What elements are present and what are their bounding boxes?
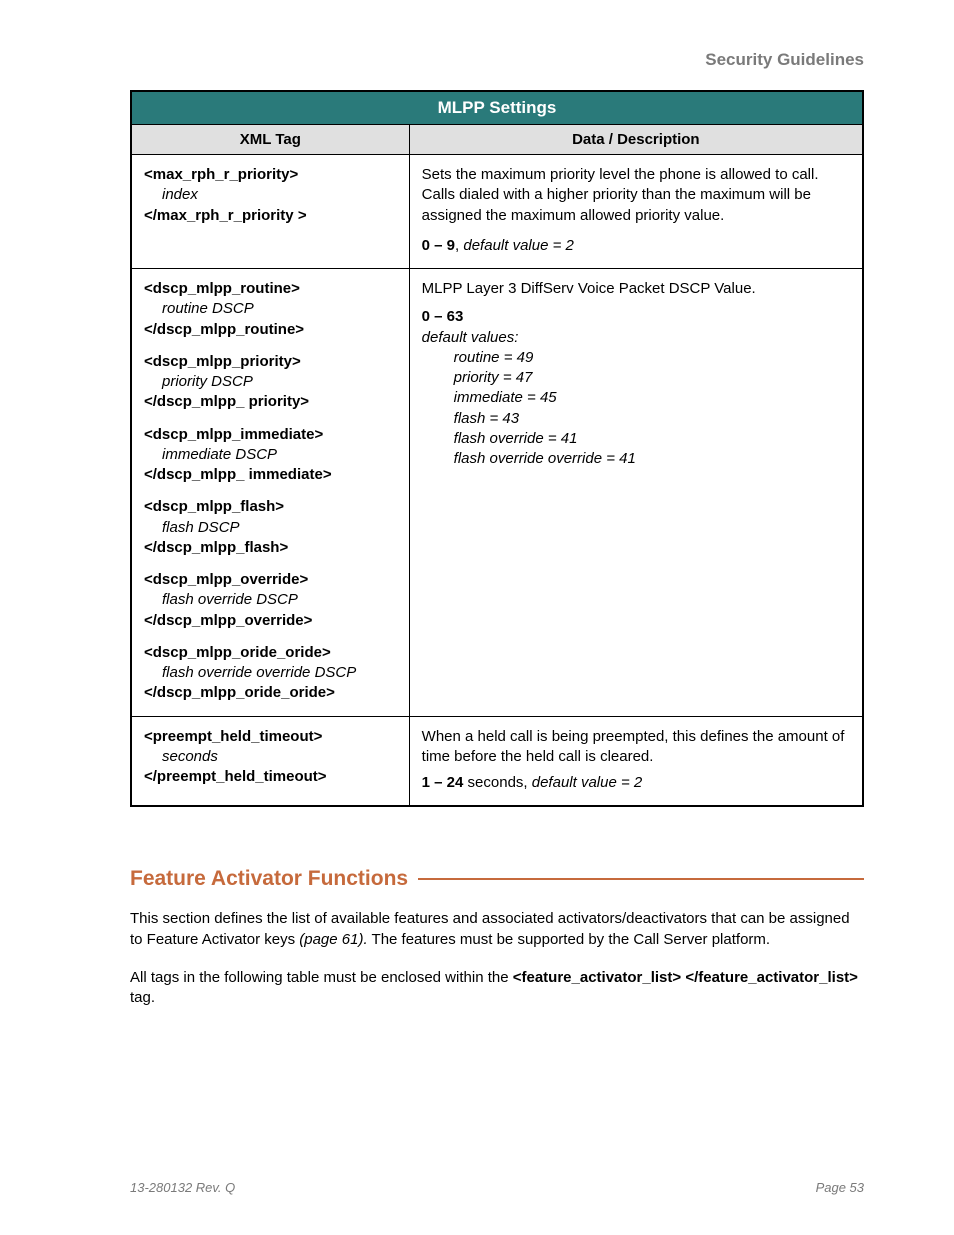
xml-tag-value: seconds [144,747,397,767]
xml-tag-close: </dscp_mlpp_routine> [144,321,304,338]
xml-tag-value: flash override DSCP [144,590,397,610]
section-title-text: Feature Activator Functions [130,867,418,891]
xml-tag-open: <preempt_held_timeout> [144,728,322,745]
xml-tag-open: <dscp_mlpp_priority> [144,353,301,370]
xml-tag-open: <max_rph_r_priority> [144,166,298,183]
default-value: flash = 43 [422,409,850,429]
description-text: When a held call is being preempted, thi… [422,727,850,768]
range-default: default value = 2 [463,237,574,254]
xml-tag-close: </dscp_mlpp_oride_oride> [144,684,335,701]
mlpp-settings-table: MLPP Settings XML Tag Data / Description… [130,90,864,807]
col-header-xml-tag: XML Tag [131,125,409,155]
body-paragraph: This section defines the list of availab… [130,909,864,950]
table-row: <max_rph_r_priority> index </max_rph_r_p… [131,155,863,269]
description-text: MLPP Layer 3 DiffServ Voice Packet DSCP … [422,279,850,299]
xml-tag-value: immediate DSCP [144,445,397,465]
default-value: flash override = 41 [422,429,850,449]
default-value: routine = 49 [422,348,850,368]
range-bold: 0 – 9 [422,237,455,254]
page: Security Guidelines MLPP Settings XML Ta… [0,0,954,1235]
xml-tag-value: routine DSCP [144,299,397,319]
page-header-title: Security Guidelines [130,50,864,70]
xml-tag-close: </preempt_held_timeout> [144,768,327,785]
xml-tag-open: <dscp_mlpp_immediate> [144,426,323,443]
default-value: priority = 47 [422,368,850,388]
range-mid: seconds, [463,774,531,791]
xml-tag-close: </dscp_mlpp_ priority> [144,393,309,410]
range-default: default value = 2 [532,774,643,791]
xml-tag-open: <dscp_mlpp_flash> [144,498,284,515]
para-text: tag. [130,989,155,1006]
range-bold: 1 – 24 [422,774,464,791]
xml-tag-close: </dscp_mlpp_flash> [144,539,288,556]
footer-right: Page 53 [816,1180,864,1195]
xml-tag-open: <dscp_mlpp_routine> [144,280,300,297]
xml-tag-close: </dscp_mlpp_ immediate> [144,466,332,483]
description-text: Sets the maximum priority level the phon… [422,165,850,226]
xml-tag-open: <dscp_mlpp_oride_oride> [144,644,331,661]
default-value: immediate = 45 [422,388,850,408]
xml-tag-value: index [144,185,397,205]
body-paragraph: All tags in the following table must be … [130,968,864,1009]
footer-left: 13-280132 Rev. Q [130,1180,235,1195]
table-title: MLPP Settings [131,91,863,125]
range-bold: 0 – 63 [422,307,850,327]
section-heading: Feature Activator Functions [130,867,864,891]
xml-tag-value: flash DSCP [144,518,397,538]
defaults-label: default values: [422,328,850,348]
page-ref: (page 61). [299,931,367,948]
xml-tag-open: <dscp_mlpp_override> [144,571,308,588]
xml-tag-close: </max_rph_r_priority > [144,207,307,224]
default-value: flash override override = 41 [422,449,850,469]
para-text: The features must be supported by the Ca… [368,931,770,948]
table-row: <dscp_mlpp_routine> routine DSCP </dscp_… [131,269,863,717]
col-header-description: Data / Description [409,125,863,155]
section-rule [418,878,864,880]
xml-tag-close: </dscp_mlpp_override> [144,612,312,629]
para-text: All tags in the following table must be … [130,969,513,986]
inline-tag: <feature_activator_list> </feature_activ… [513,969,858,986]
xml-tag-value: priority DSCP [144,372,397,392]
page-footer: 13-280132 Rev. Q Page 53 [130,1180,864,1195]
table-row: <preempt_held_timeout> seconds </preempt… [131,716,863,806]
xml-tag-value: flash override override DSCP [144,663,397,683]
